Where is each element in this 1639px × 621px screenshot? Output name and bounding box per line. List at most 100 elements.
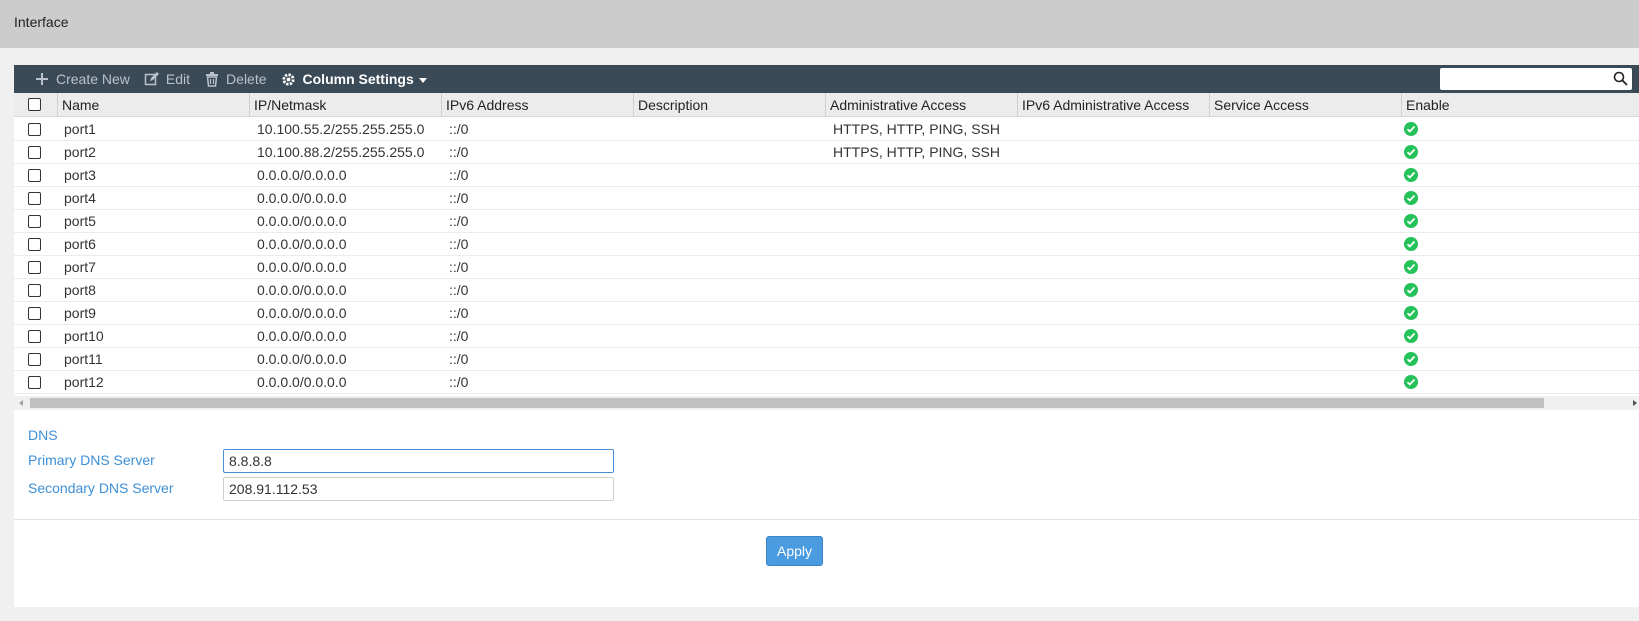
delete-button[interactable]: Delete — [204, 65, 267, 93]
column-settings-label: Column Settings — [302, 71, 414, 87]
check-circle-icon — [1404, 214, 1418, 228]
row-checkbox[interactable] — [28, 330, 41, 343]
cell-ip-netmask: 0.0.0.0/0.0.0.0 — [257, 351, 347, 367]
row-checkbox[interactable] — [28, 353, 41, 366]
column-header-ipv6-address[interactable]: IPv6 Address — [441, 93, 633, 117]
check-circle-icon — [1404, 352, 1418, 366]
column-header-description[interactable]: Description — [633, 93, 825, 117]
row-checkbox[interactable] — [28, 169, 41, 182]
divider — [14, 519, 1639, 520]
cell-ip-netmask: 0.0.0.0/0.0.0.0 — [257, 236, 347, 252]
secondary-dns-input[interactable] — [223, 477, 614, 501]
row-checkbox[interactable] — [28, 123, 41, 136]
column-header-ipv6-administrative-access[interactable]: IPv6 Administrative Access — [1017, 93, 1209, 117]
cell-ipv6-address: ::/0 — [449, 236, 469, 252]
cell-ipv6-address: ::/0 — [449, 121, 469, 137]
chevron-down-icon — [418, 77, 427, 83]
toolbar: Create New Edit Delete Column Settings — [14, 65, 1639, 93]
title-bar: Interface — [0, 0, 1639, 48]
scroll-left-icon[interactable] — [19, 400, 23, 406]
cell-name: port4 — [64, 190, 96, 206]
edit-button[interactable]: Edit — [144, 65, 190, 93]
horizontal-scrollbar[interactable] — [14, 396, 1639, 410]
column-header-administrative-access[interactable]: Administrative Access — [825, 93, 1017, 117]
check-circle-icon — [1404, 237, 1418, 251]
cell-ipv6-address: ::/0 — [449, 374, 469, 390]
scroll-right-icon[interactable] — [1633, 400, 1637, 406]
cell-ipv6-address: ::/0 — [449, 167, 469, 183]
cell-ipv6-address: ::/0 — [449, 190, 469, 206]
column-header-name[interactable]: Name — [57, 93, 249, 117]
row-checkbox[interactable] — [28, 261, 41, 274]
cell-ipv6-address: ::/0 — [449, 351, 469, 367]
cell-ip-netmask: 0.0.0.0/0.0.0.0 — [257, 213, 347, 229]
row-checkbox[interactable] — [28, 307, 41, 320]
column-header-service-access[interactable]: Service Access — [1209, 93, 1401, 117]
table-row[interactable]: port11 0.0.0.0/0.0.0.0::/0 — [14, 348, 1639, 371]
cell-ip-netmask: 0.0.0.0/0.0.0.0 — [257, 282, 347, 298]
table-row[interactable]: port5 0.0.0.0/0.0.0.0::/0 — [14, 210, 1639, 233]
cell-name: port1 — [64, 121, 96, 137]
cell-ipv6-address: ::/0 — [449, 305, 469, 321]
table-row[interactable]: port1 10.100.55.2/255.255.255.0::/0 HTTPS,… — [14, 118, 1639, 141]
check-circle-icon — [1404, 122, 1418, 136]
cell-name: port9 — [64, 305, 96, 321]
cell-name: port5 — [64, 213, 96, 229]
search-box — [1440, 68, 1632, 90]
check-circle-icon — [1404, 191, 1418, 205]
row-checkbox[interactable] — [28, 284, 41, 297]
gear-icon — [281, 71, 297, 87]
cell-ipv6-address: ::/0 — [449, 213, 469, 229]
apply-button[interactable]: Apply — [766, 536, 823, 566]
table-row[interactable]: port4 0.0.0.0/0.0.0.0::/0 — [14, 187, 1639, 210]
create-new-button[interactable]: Create New — [34, 65, 130, 93]
check-circle-icon — [1404, 260, 1418, 274]
check-circle-icon — [1404, 329, 1418, 343]
column-header-enable[interactable]: Enable — [1401, 93, 1639, 117]
search-icon[interactable] — [1613, 71, 1628, 89]
search-input[interactable] — [1440, 68, 1608, 90]
cell-ipv6-address: ::/0 — [449, 259, 469, 275]
cell-name: port2 — [64, 144, 96, 160]
cell-ip-netmask: 0.0.0.0/0.0.0.0 — [257, 190, 347, 206]
plus-icon — [34, 71, 50, 87]
table-row[interactable]: port9 0.0.0.0/0.0.0.0::/0 — [14, 302, 1639, 325]
table-row[interactable]: port6 0.0.0.0/0.0.0.0::/0 — [14, 233, 1639, 256]
cell-name: port7 — [64, 259, 96, 275]
primary-dns-input[interactable] — [223, 449, 614, 473]
cell-ip-netmask: 0.0.0.0/0.0.0.0 — [257, 167, 347, 183]
table-row[interactable]: port3 0.0.0.0/0.0.0.0::/0 — [14, 164, 1639, 187]
delete-label: Delete — [226, 71, 267, 87]
cell-ipv6-address: ::/0 — [449, 144, 469, 160]
edit-icon — [144, 71, 160, 87]
row-checkbox[interactable] — [28, 146, 41, 159]
cell-administrative-access: HTTPS, HTTP, PING, SSH — [833, 121, 1000, 137]
table-row[interactable]: port8 0.0.0.0/0.0.0.0::/0 — [14, 279, 1639, 302]
table-row[interactable]: port7 0.0.0.0/0.0.0.0::/0 — [14, 256, 1639, 279]
row-checkbox[interactable] — [28, 376, 41, 389]
cell-ip-netmask: 0.0.0.0/0.0.0.0 — [257, 305, 347, 321]
scrollbar-thumb[interactable] — [30, 398, 1544, 408]
row-checkbox[interactable] — [28, 238, 41, 251]
edit-label: Edit — [165, 71, 191, 87]
check-circle-icon — [1404, 375, 1418, 389]
interface-panel: Create New Edit Delete Column Settings N… — [14, 65, 1639, 607]
cell-administrative-access: HTTPS, HTTP, PING, SSH — [833, 144, 1000, 160]
select-all-checkbox[interactable] — [28, 98, 41, 111]
table-row[interactable]: port12 0.0.0.0/0.0.0.0::/0 — [14, 371, 1639, 394]
check-circle-icon — [1404, 306, 1418, 320]
table-row[interactable]: port10 0.0.0.0/0.0.0.0::/0 — [14, 325, 1639, 348]
row-checkbox[interactable] — [28, 192, 41, 205]
table-row[interactable]: port2 10.100.88.2/255.255.255.0::/0 HTTPS,… — [14, 141, 1639, 164]
check-circle-icon — [1404, 168, 1418, 182]
cell-name: port11 — [64, 351, 103, 367]
cell-ip-netmask: 10.100.55.2/255.255.255.0 — [257, 121, 425, 137]
check-circle-icon — [1404, 145, 1418, 159]
column-header-ip-netmask[interactable]: IP/Netmask — [249, 93, 441, 117]
column-settings-button[interactable]: Column Settings — [281, 65, 427, 93]
cell-name: port12 — [64, 374, 104, 390]
cell-ip-netmask: 0.0.0.0/0.0.0.0 — [257, 374, 347, 390]
cell-ipv6-address: ::/0 — [449, 282, 469, 298]
row-checkbox[interactable] — [28, 215, 41, 228]
cell-name: port8 — [64, 282, 96, 298]
